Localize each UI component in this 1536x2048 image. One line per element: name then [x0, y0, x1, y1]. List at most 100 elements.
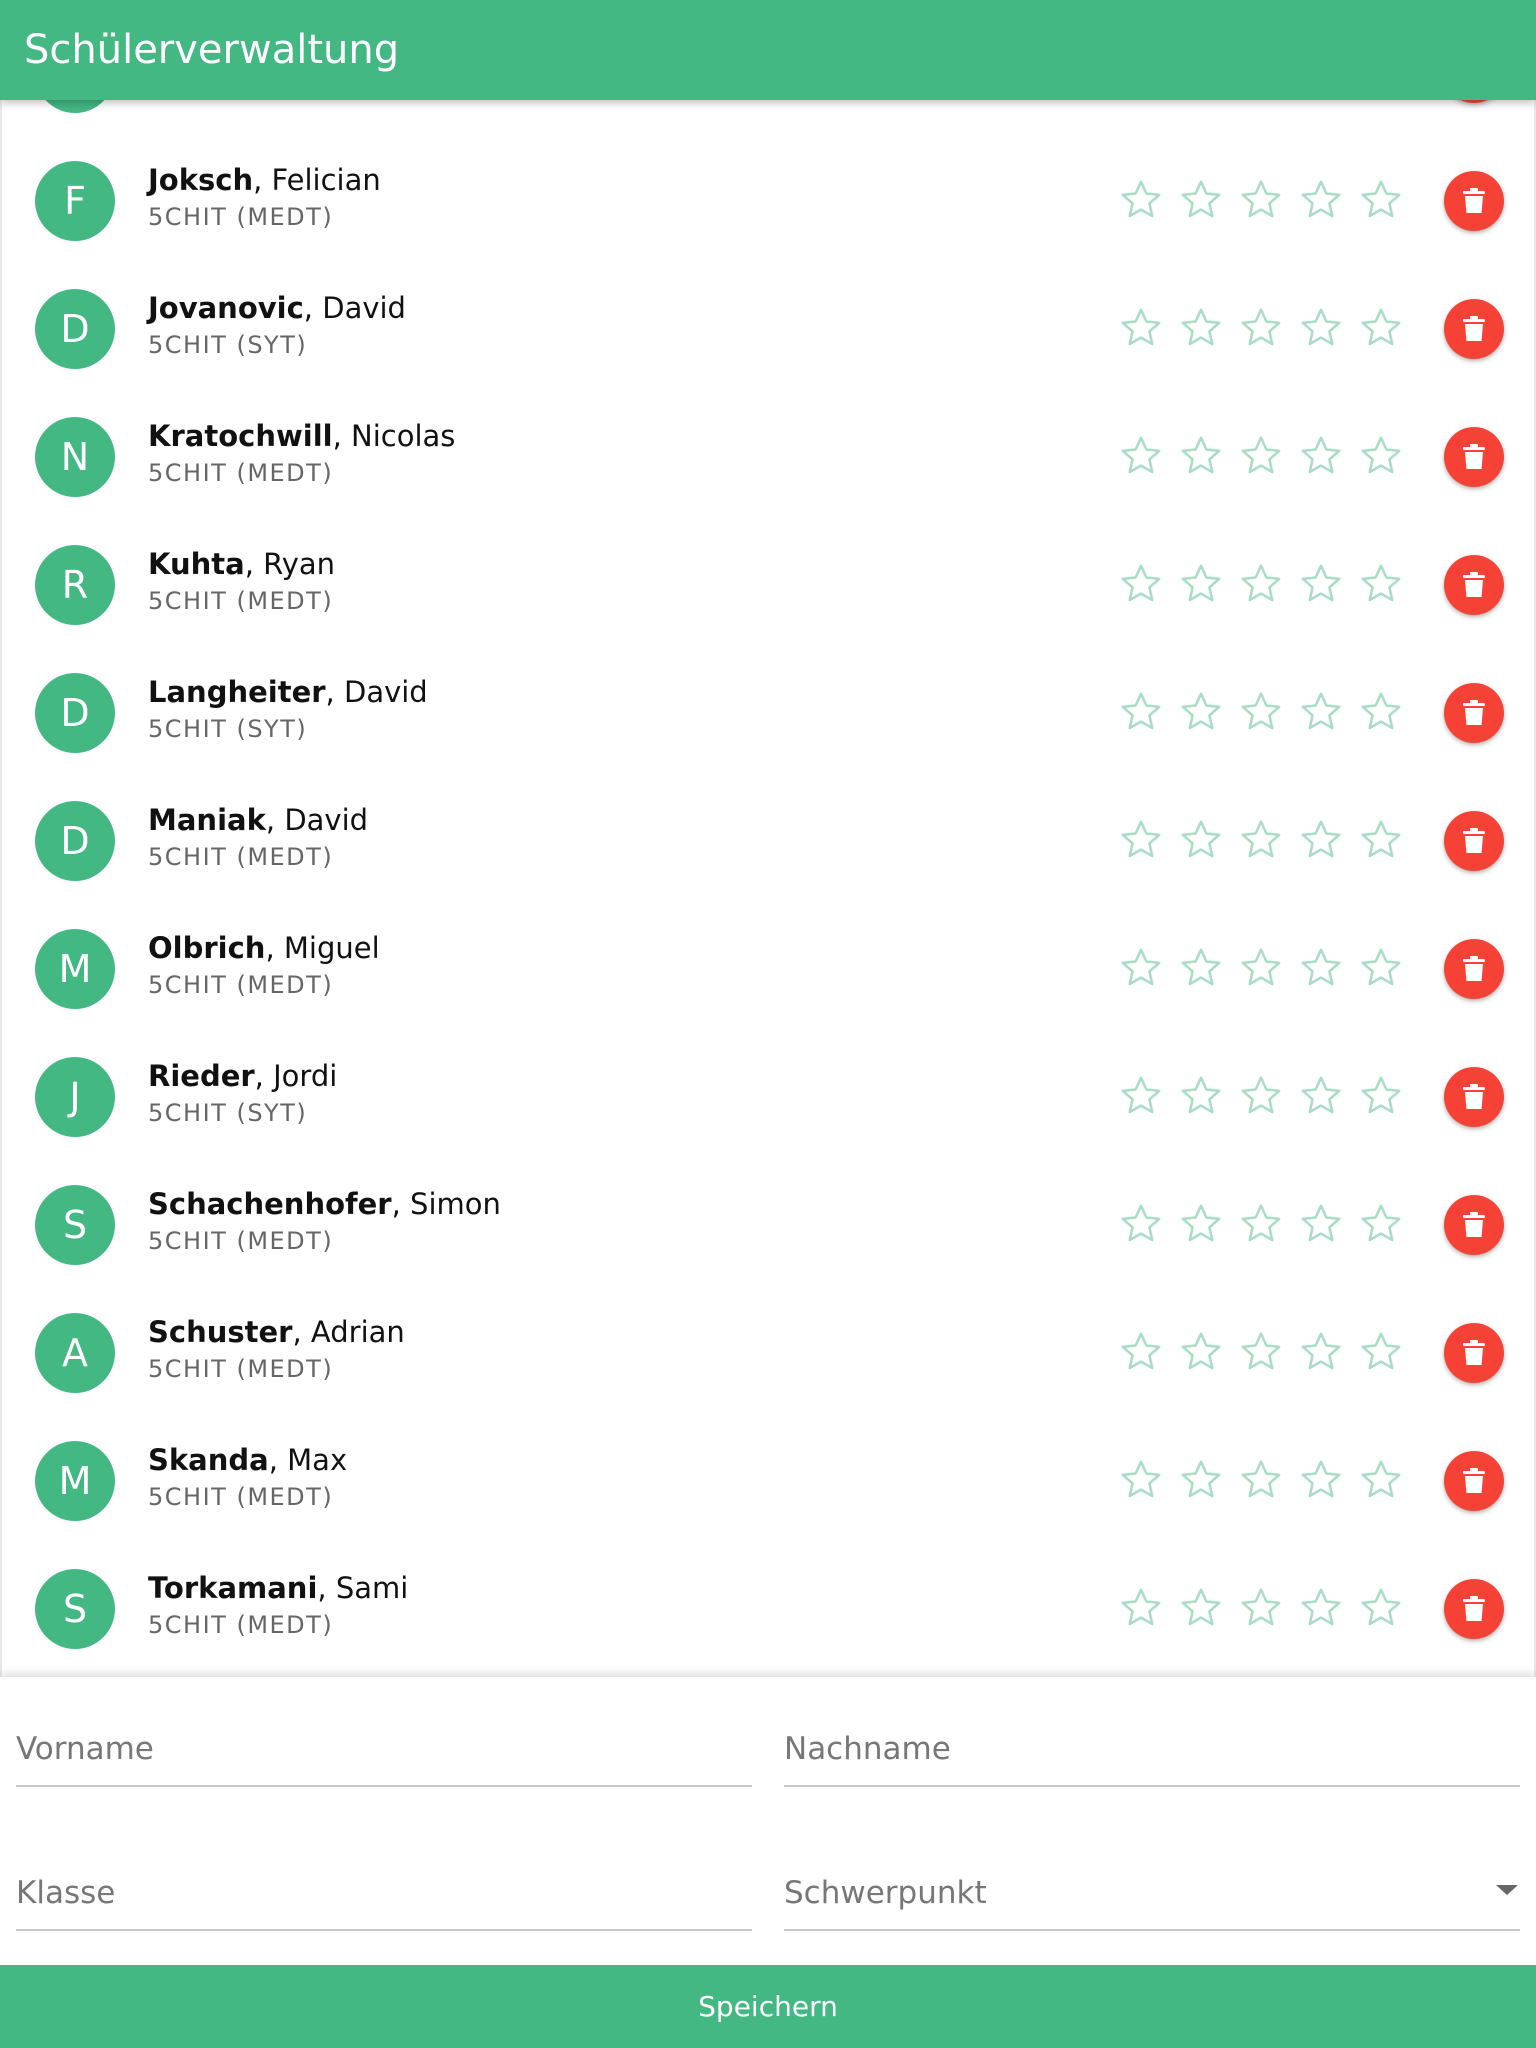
star-icon[interactable]	[1298, 561, 1344, 607]
list-item[interactable]: M Skanda, Max 5CHIT (MEDT)	[2, 1408, 1534, 1536]
list-item[interactable]: D Langheiter, David 5CHIT (SYT)	[2, 640, 1534, 768]
star-icon[interactable]	[1238, 1585, 1284, 1631]
star-icon[interactable]	[1178, 817, 1224, 863]
focus-select[interactable]: Schwerpunkt	[784, 1821, 1520, 1931]
delete-button[interactable]	[1444, 1451, 1504, 1511]
delete-button[interactable]	[1444, 1195, 1504, 1255]
star-rating[interactable]	[1118, 1073, 1418, 1119]
class-field[interactable]: Klasse	[16, 1821, 756, 1931]
star-rating[interactable]	[1118, 817, 1418, 863]
delete-button[interactable]	[1444, 683, 1504, 743]
delete-button[interactable]	[1444, 427, 1504, 487]
star-icon[interactable]	[1358, 1457, 1404, 1503]
star-icon[interactable]	[1178, 305, 1224, 351]
star-icon[interactable]	[1358, 1329, 1404, 1375]
star-icon[interactable]	[1298, 1201, 1344, 1247]
star-icon[interactable]	[1118, 1073, 1164, 1119]
star-icon[interactable]	[1118, 945, 1164, 991]
star-icon[interactable]	[1178, 945, 1224, 991]
list-item[interactable]: J Rieder, Jordi 5CHIT (SYT)	[2, 1024, 1534, 1152]
lastname-field[interactable]: Nachname	[784, 1677, 1524, 1787]
list-item[interactable]: D Jovanovic, David 5CHIT (SYT)	[2, 256, 1534, 384]
delete-button[interactable]	[1444, 555, 1504, 615]
list-item[interactable]: S 5CHIT (SYT)	[2, 100, 1534, 128]
list-item[interactable]: S Torkamani, Sami 5CHIT (MEDT)	[2, 1536, 1534, 1664]
star-icon[interactable]	[1178, 433, 1224, 479]
delete-button[interactable]	[1444, 1067, 1504, 1127]
list-item[interactable]: A Schuster, Adrian 5CHIT (MEDT)	[2, 1280, 1534, 1408]
class-input[interactable]	[16, 1861, 756, 1923]
star-rating[interactable]	[1118, 1329, 1418, 1375]
delete-button[interactable]	[1444, 1323, 1504, 1383]
star-icon[interactable]	[1298, 1073, 1344, 1119]
star-rating[interactable]	[1118, 433, 1418, 479]
star-icon[interactable]	[1178, 1585, 1224, 1631]
list-item[interactable]: F Joksch, Felician 5CHIT (MEDT)	[2, 128, 1534, 256]
star-icon[interactable]	[1238, 305, 1284, 351]
star-icon[interactable]	[1358, 689, 1404, 735]
star-icon[interactable]	[1118, 177, 1164, 223]
star-rating[interactable]	[1118, 305, 1418, 351]
star-icon[interactable]	[1178, 1201, 1224, 1247]
star-icon[interactable]	[1298, 1329, 1344, 1375]
star-icon[interactable]	[1358, 945, 1404, 991]
firstname-input[interactable]	[16, 1717, 756, 1779]
delete-button[interactable]	[1444, 1579, 1504, 1639]
star-icon[interactable]	[1238, 433, 1284, 479]
star-icon[interactable]	[1118, 305, 1164, 351]
star-icon[interactable]	[1118, 561, 1164, 607]
delete-button[interactable]	[1444, 811, 1504, 871]
star-icon[interactable]	[1298, 1457, 1344, 1503]
star-icon[interactable]	[1358, 1585, 1404, 1631]
star-icon[interactable]	[1118, 1329, 1164, 1375]
star-icon[interactable]	[1178, 689, 1224, 735]
star-icon[interactable]	[1178, 561, 1224, 607]
firstname-field[interactable]: Vorname	[16, 1677, 756, 1787]
star-icon[interactable]	[1118, 433, 1164, 479]
star-icon[interactable]	[1118, 817, 1164, 863]
star-icon[interactable]	[1178, 177, 1224, 223]
list-item[interactable]: R Kuhta, Ryan 5CHIT (MEDT)	[2, 512, 1534, 640]
star-icon[interactable]	[1298, 689, 1344, 735]
star-icon[interactable]	[1238, 1073, 1284, 1119]
star-icon[interactable]	[1238, 689, 1284, 735]
delete-button[interactable]	[1444, 171, 1504, 231]
star-icon[interactable]	[1358, 561, 1404, 607]
list-item[interactable]: M Olbrich, Miguel 5CHIT (MEDT)	[2, 896, 1534, 1024]
star-icon[interactable]	[1298, 305, 1344, 351]
star-rating[interactable]	[1118, 945, 1418, 991]
star-rating[interactable]	[1118, 1201, 1418, 1247]
star-icon[interactable]	[1118, 1585, 1164, 1631]
star-icon[interactable]	[1238, 817, 1284, 863]
star-icon[interactable]	[1238, 1457, 1284, 1503]
star-rating[interactable]	[1118, 689, 1418, 735]
star-icon[interactable]	[1298, 177, 1344, 223]
star-icon[interactable]	[1298, 945, 1344, 991]
star-rating[interactable]	[1118, 561, 1418, 607]
delete-button[interactable]	[1444, 100, 1504, 103]
star-icon[interactable]	[1238, 1329, 1284, 1375]
star-icon[interactable]	[1358, 433, 1404, 479]
star-rating[interactable]	[1118, 177, 1418, 223]
star-rating[interactable]	[1118, 1585, 1418, 1631]
delete-button[interactable]	[1444, 939, 1504, 999]
list-item[interactable]: D Maniak, David 5CHIT (MEDT)	[2, 768, 1534, 896]
star-icon[interactable]	[1238, 177, 1284, 223]
star-icon[interactable]	[1358, 177, 1404, 223]
lastname-input[interactable]	[784, 1717, 1524, 1779]
star-icon[interactable]	[1178, 1073, 1224, 1119]
star-icon[interactable]	[1178, 1457, 1224, 1503]
list-item[interactable]: N Kratochwill, Nicolas 5CHIT (MEDT)	[2, 384, 1534, 512]
star-icon[interactable]	[1298, 817, 1344, 863]
star-icon[interactable]	[1178, 1329, 1224, 1375]
star-icon[interactable]	[1238, 1201, 1284, 1247]
save-button[interactable]: Speichern	[0, 1965, 1536, 2048]
star-icon[interactable]	[1298, 1585, 1344, 1631]
star-icon[interactable]	[1298, 433, 1344, 479]
list-item[interactable]: S Schachenhofer, Simon 5CHIT (MEDT)	[2, 1152, 1534, 1280]
student-list[interactable]: S5CHIT (SYT)FJoksch, Felician5CHIT (MEDT…	[0, 100, 1536, 1677]
star-icon[interactable]	[1238, 561, 1284, 607]
star-rating[interactable]	[1118, 1457, 1418, 1503]
star-icon[interactable]	[1358, 817, 1404, 863]
star-icon[interactable]	[1358, 305, 1404, 351]
